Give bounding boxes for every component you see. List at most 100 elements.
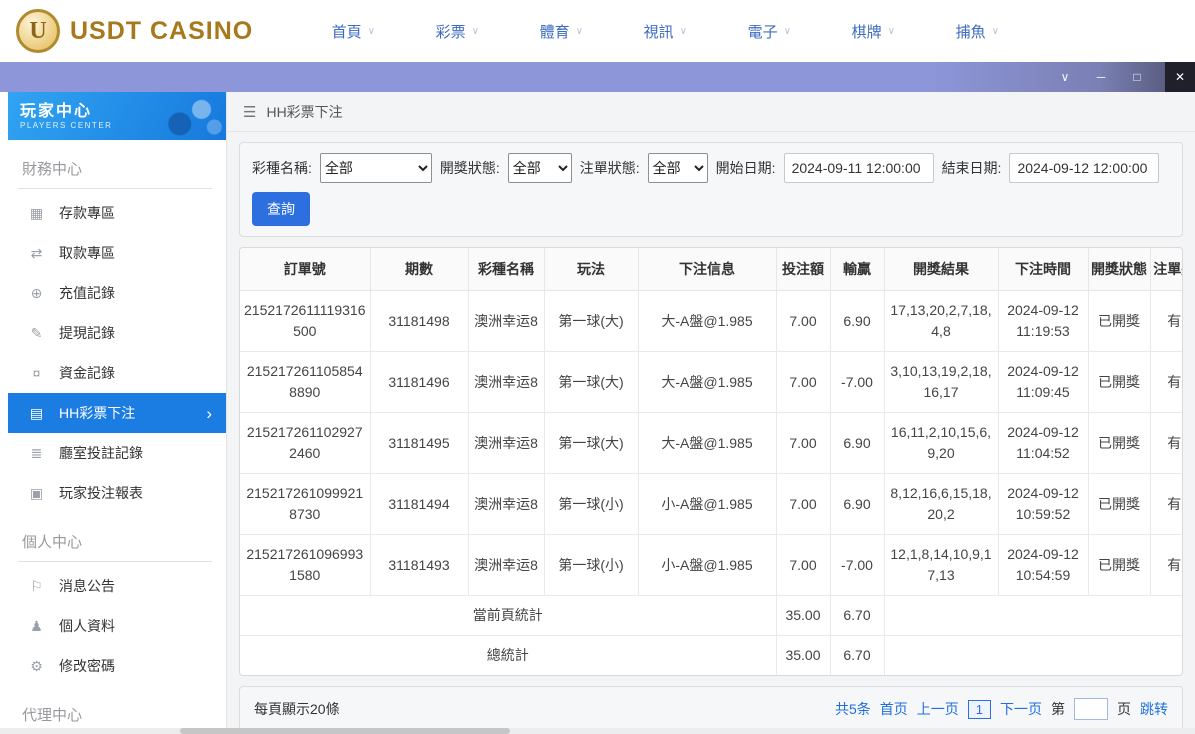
period-cell: 31181498 [369,290,469,352]
win-loss-cell: -7.00 [829,351,885,413]
breadcrumb: ☰ HH彩票下注 [227,92,1195,132]
bet-info-cell: 大-A盤@1.985 [637,351,777,413]
jump-button[interactable]: 跳转 [1140,699,1168,719]
play-type-cell: 第一球(小) [543,473,639,535]
lottery-type-select[interactable]: 全部 [319,153,432,183]
start-date-label: 開始日期: [715,160,776,176]
period-cell: 31181496 [369,351,469,413]
main-nav: 首頁 ∨ 彩票 ∨ 體育 ∨ 視訊 ∨ 電子 ∨ 棋牌 ∨ 捕魚 ∨ [301,21,1029,42]
summary-label: 當前頁統計 [240,595,777,636]
bet-time-cell: 2024-09-12 11:19:53 [997,290,1089,352]
bet-amount-cell: 7.00 [775,290,831,352]
order-status-cell: 有效 [1149,534,1182,596]
nav-item-label: 棋牌 [851,23,882,41]
play-type-cell: 第一球(大) [543,351,639,413]
maximize-button[interactable]: □ [1129,70,1145,84]
column-header: 期數 [369,248,469,291]
sidebar-item[interactable]: ⚐ 消息公告 [8,566,226,606]
lottery-name-cell: 澳洲幸运8 [467,290,545,352]
nav-item[interactable]: 首頁 ∨ [301,21,405,42]
sidebar-item[interactable]: ▦ 存款專區 [8,193,226,233]
nav-item[interactable]: 捕魚 ∨ [925,21,1029,42]
filter-panel: 彩種名稱: 全部 開獎狀態: 全部 注單狀態: 全部 開始日期: 結束日期: [239,142,1183,237]
play-type-cell: 第一球(小) [543,534,639,596]
sidebar-item[interactable]: ≣ 廳室投註記錄 [8,433,226,473]
chevron-down-icon: ∨ [783,25,791,37]
table-header-row: 訂單號期數彩種名稱玩法下注信息投注額輸贏開獎結果下注時間開獎狀態注單狀態 [240,248,1182,291]
order-status-cell: 有效 [1149,412,1182,474]
draw-status-label: 開獎狀態: [439,160,500,176]
win-loss-cell: 6.90 [829,473,885,535]
page-jump-input[interactable] [1074,698,1108,720]
sidebar: 玩家中心 PLAYERS CENTER 財務中心 ▦ 存款專區 ⇄ 取款專區 ⊕ 充值記錄 ✎… [8,92,226,734]
sidebar-section-title: 財務中心 [18,152,212,189]
draw-status-select[interactable]: 全部 [507,153,572,183]
prev-page-link[interactable]: 上一页 [917,699,959,719]
sidebar-item-label: 資金記錄 [59,365,115,381]
nav-item[interactable]: 視訊 ∨ [613,21,717,42]
chevron-down-icon: ∨ [471,25,479,37]
chevron-down-icon: ∨ [991,25,999,37]
query-button[interactable]: 查詢 [252,192,310,226]
minimize-button[interactable]: ─ [1093,70,1109,84]
horizontal-scrollbar[interactable] [0,728,1195,734]
sidebar-item-label: 廳室投註記錄 [59,445,143,461]
sidebar-item[interactable]: ▣ 玩家投注報表 [8,473,226,513]
nav-item[interactable]: 棋牌 ∨ [821,21,925,42]
draw-status-cell: 已開獎 [1087,473,1151,535]
summary-bet-total: 35.00 [775,635,831,675]
profile-icon: ♟ [30,617,43,634]
column-header: 下注時間 [997,248,1089,291]
nav-item[interactable]: 彩票 ∨ [405,21,509,42]
hamburger-icon[interactable]: ☰ [243,103,256,121]
period-cell: 31181493 [369,534,469,596]
funds-record-icon: ¤ [32,365,41,381]
bet-time-cell: 2024-09-12 11:09:45 [997,351,1089,413]
summary-bet-total: 35.00 [775,595,831,636]
site-topnav: U USDT CASINO 首頁 ∨ 彩票 ∨ 體育 ∨ 視訊 ∨ 電子 ∨ 棋牌 ∨ 捕魚 ∨ [0,0,1195,62]
lottery-bet-icon: ▤ [29,404,44,421]
order-status-cell: 有效 [1149,290,1182,352]
summary-winloss-total: 6.70 [829,595,885,636]
chevron-down-icon: ∨ [679,25,687,37]
nav-item-label: 電子 [747,23,778,41]
draw-result-cell: 17,13,20,2,7,18,4,8 [883,290,999,352]
end-date-input[interactable] [1009,153,1160,183]
order-status-select[interactable]: 全部 [647,153,708,183]
sidebar-item-label: 消息公告 [59,578,115,594]
sidebar-item[interactable]: ✎ 提現記錄 [8,313,226,353]
summary-row: 當前頁統計 35.00 6.70 [240,595,1182,636]
sidebar-item[interactable]: ⊕ 充值記錄 [8,273,226,313]
play-type-cell: 第一球(大) [543,412,639,474]
logo[interactable]: U USDT CASINO [16,9,253,53]
first-page-link[interactable]: 首页 [880,699,908,719]
sidebar-item[interactable]: ⚙ 修改密碼 [8,646,226,686]
win-loss-cell: 6.90 [829,290,885,352]
table-row: 2152172611029272460 31181495 澳洲幸运8 第一球(大) 大-… [240,412,1182,474]
nav-item[interactable]: 電子 ∨ [717,21,821,42]
bet-records-table: 訂單號期數彩種名稱玩法下注信息投注額輸贏開獎結果下注時間開獎狀態注單狀態 215… [240,248,1182,675]
start-date-input[interactable] [783,153,934,183]
nav-item-label: 首頁 [331,23,362,41]
order-status-cell: 有效 [1149,473,1182,535]
column-header: 訂單號 [240,248,371,291]
sidebar-item[interactable]: ♟ 個人資料 [8,606,226,646]
bet-records-table-box: 訂單號期數彩種名稱玩法下注信息投注額輸贏開獎結果下注時間開獎狀態注單狀態 215… [239,247,1183,676]
sidebar-item[interactable]: ⇄ 取款專區 [8,233,226,273]
close-button[interactable]: ✕ [1165,62,1195,92]
main-content: 彩種名稱: 全部 開獎狀態: 全部 注單狀態: 全部 開始日期: 結束日期: [227,132,1195,734]
horizontal-scrollbar-thumb[interactable] [180,728,510,734]
withdraw-icon: ⇄ [30,244,43,261]
sidebar-item[interactable]: ¤ 資金記錄 [8,353,226,393]
titlebar-dropdown-icon[interactable]: ∨ [1057,70,1073,84]
total-count: 共5条 [834,701,871,717]
next-page-link[interactable]: 下一页 [1000,699,1042,719]
nav-item-label: 視訊 [643,23,674,41]
draw-status-cell: 已開獎 [1087,351,1151,413]
current-page-indicator[interactable]: 1 [967,699,991,719]
sidebar-item[interactable]: ▤ HH彩票下注 › [8,393,226,433]
sidebar-item-label: 玩家投注報表 [59,485,143,501]
nav-item[interactable]: 體育 ∨ [509,21,613,42]
notice-icon: ⚐ [30,577,43,594]
pager: 共5条 首页 上一页 1 下一页 第 页 跳转 [835,698,1168,720]
